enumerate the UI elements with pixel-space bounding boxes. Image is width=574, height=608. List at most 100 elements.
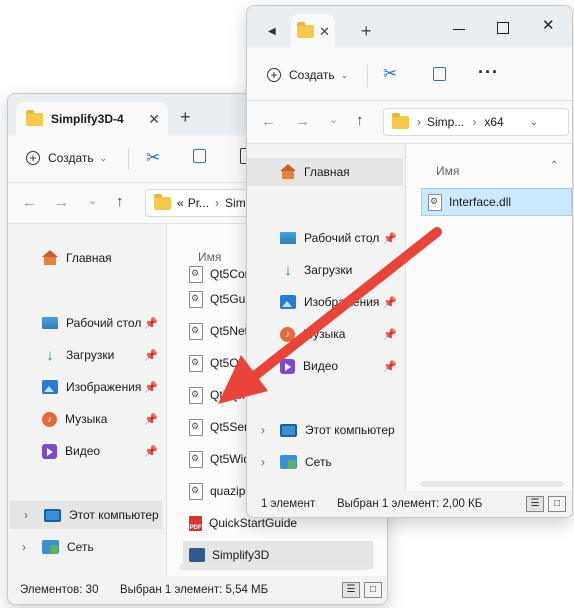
tiles-view-icon[interactable]: □: [548, 496, 566, 512]
sidebar-item-downloads[interactable]: ↓ Загрузки 📌: [247, 256, 405, 284]
folder-icon: [154, 193, 171, 210]
pin-icon[interactable]: 📌: [144, 413, 158, 426]
breadcrumb-2[interactable]: x64: [484, 115, 503, 129]
sidebar-item-network[interactable]: › Сеть: [8, 533, 166, 561]
new-tab-icon[interactable]: +: [361, 21, 372, 42]
dll-file-icon: [189, 450, 203, 468]
sidebar-item-video[interactable]: Видео 📌: [247, 352, 405, 380]
dll-file-icon: [189, 482, 203, 500]
video-icon: [42, 443, 57, 459]
pin-icon[interactable]: 📌: [144, 349, 158, 362]
maximize-icon[interactable]: [497, 22, 509, 34]
recent-chevron-icon[interactable]: ⌄: [329, 113, 338, 126]
cut-icon[interactable]: ✂: [146, 148, 160, 168]
back-arrow-icon[interactable]: ←: [22, 194, 37, 211]
desktop-icon: [280, 232, 296, 244]
close-window-icon[interactable]: ✕: [542, 16, 555, 34]
network-icon: [42, 540, 59, 554]
column-header-name[interactable]: Имя: [436, 164, 459, 178]
chevron-right-icon[interactable]: ›: [24, 508, 28, 522]
sidebar-item-downloads[interactable]: ↓ Загрузки 📌: [8, 341, 166, 369]
chevron-right-icon[interactable]: ›: [261, 423, 265, 437]
close-tab-icon[interactable]: ✕: [319, 24, 330, 40]
create-button[interactable]: + Создать ⌄: [267, 68, 348, 82]
pictures-icon: [42, 380, 58, 394]
dll-file-icon: [189, 386, 203, 404]
sidebar-item-desktop[interactable]: Рабочий стол 📌: [8, 309, 166, 337]
address-field[interactable]: › Simp... › x64 ⌄: [383, 108, 569, 136]
up-arrow-icon[interactable]: ↑: [356, 112, 364, 129]
breadcrumb-2[interactable]: Sim: [225, 196, 246, 210]
new-tab-icon[interactable]: +: [180, 107, 191, 128]
recent-chevron-icon[interactable]: ⌄: [88, 194, 97, 207]
pin-icon[interactable]: 📌: [383, 328, 397, 341]
more-options-icon[interactable]: ···: [478, 62, 499, 83]
sidebar-item-network[interactable]: › Сеть: [247, 448, 405, 476]
horizontal-scrollbar[interactable]: [420, 481, 564, 487]
music-icon: ♪: [280, 326, 295, 342]
toolbar-divider: [128, 148, 129, 170]
minimize-icon[interactable]: [453, 29, 465, 30]
tab-simplify3d[interactable]: Simplify3D-4 ✕: [16, 102, 168, 136]
pin-icon[interactable]: 📌: [383, 296, 397, 309]
sidebar-item-this-pc[interactable]: › Этот компьютер: [247, 416, 405, 444]
breadcrumb-1[interactable]: Simp...: [427, 115, 464, 129]
copy-icon[interactable]: [433, 67, 446, 81]
chevron-down-icon: ⌄: [99, 152, 108, 163]
front-explorer-window: ◀ ✕ + ✕ + Создать ⌄ ✂ ··· ← → ⌄ ↑ › Simp…: [246, 5, 573, 518]
forward-arrow-icon[interactable]: →: [54, 194, 69, 211]
sort-up-icon: ⌃: [550, 160, 559, 171]
file-item-selected[interactable]: Interface.dll: [421, 188, 572, 216]
folder-icon: [297, 21, 314, 38]
network-icon: [280, 455, 297, 469]
sidebar-item-images[interactable]: Изображения 📌: [8, 373, 166, 401]
details-view-icon[interactable]: ☰: [342, 582, 360, 598]
sidebar-item-label: Загрузки: [304, 263, 353, 277]
sidebar-item-video[interactable]: Видео 📌: [8, 437, 166, 465]
video-icon: [280, 358, 295, 374]
sidebar-item-desktop[interactable]: Рабочий стол 📌: [247, 224, 405, 252]
pin-icon[interactable]: 📌: [144, 381, 158, 394]
chevron-right-icon[interactable]: ›: [261, 455, 265, 469]
create-label: Создать: [289, 68, 335, 82]
sidebar-item-home[interactable]: Главная: [247, 158, 403, 186]
dll-file-icon: [189, 265, 203, 283]
file-name: Qt5Wid: [210, 452, 251, 466]
sidebar-item-label: Музыка: [303, 327, 346, 341]
forward-arrow-icon[interactable]: →: [295, 113, 310, 130]
computer-icon: [280, 423, 297, 437]
close-tab-icon[interactable]: ✕: [148, 111, 160, 128]
pin-icon[interactable]: 📌: [383, 232, 397, 245]
back-arrow-icon[interactable]: ←: [261, 113, 276, 130]
item-count: Элементов: 30: [20, 584, 99, 596]
chevron-right-icon[interactable]: ›: [22, 540, 26, 554]
sidebar-item-music[interactable]: ♪ Музыка 📌: [247, 320, 405, 348]
address-bar: ← → ⌄ ↑ › Simp... › x64 ⌄: [247, 101, 572, 144]
sidebar-item-home[interactable]: Главная: [8, 244, 166, 272]
file-name: Interface.dll: [449, 195, 512, 209]
pin-icon[interactable]: 📌: [144, 445, 158, 458]
pin-icon[interactable]: 📌: [383, 264, 397, 277]
pin-icon[interactable]: 📌: [144, 317, 158, 330]
navigation-pane: Главная Рабочий стол 📌 ↓ Загрузки 📌 Изоб…: [8, 224, 167, 576]
up-arrow-icon[interactable]: ↑: [116, 193, 124, 210]
breadcrumb-1[interactable]: Pr...: [188, 196, 209, 210]
address-chevron-icon[interactable]: ⌄: [530, 117, 538, 128]
tiles-view-icon[interactable]: □: [364, 582, 382, 598]
create-button[interactable]: + Создать ⌄: [26, 151, 107, 165]
tab-bar: ◀ ✕ + ✕: [247, 6, 572, 48]
horizontal-scrollbar[interactable]: [179, 564, 369, 570]
file-name: QuickStartGuide: [209, 516, 298, 530]
scroll-tabs-left-icon[interactable]: ◀: [268, 26, 276, 37]
download-icon: ↓: [46, 346, 54, 364]
details-view-icon[interactable]: ☰: [526, 496, 544, 512]
download-icon: ↓: [284, 261, 292, 279]
cut-icon[interactable]: ✂: [383, 64, 397, 84]
desktop-icon: [42, 317, 58, 329]
pin-icon[interactable]: 📌: [383, 360, 397, 373]
sidebar-item-images[interactable]: Изображения 📌: [247, 288, 405, 316]
sidebar-item-this-pc[interactable]: › Этот компьютер: [10, 501, 162, 529]
sidebar-item-label: Загрузки: [66, 348, 115, 362]
sidebar-item-music[interactable]: ♪ Музыка 📌: [8, 405, 166, 433]
copy-icon[interactable]: [193, 149, 206, 163]
